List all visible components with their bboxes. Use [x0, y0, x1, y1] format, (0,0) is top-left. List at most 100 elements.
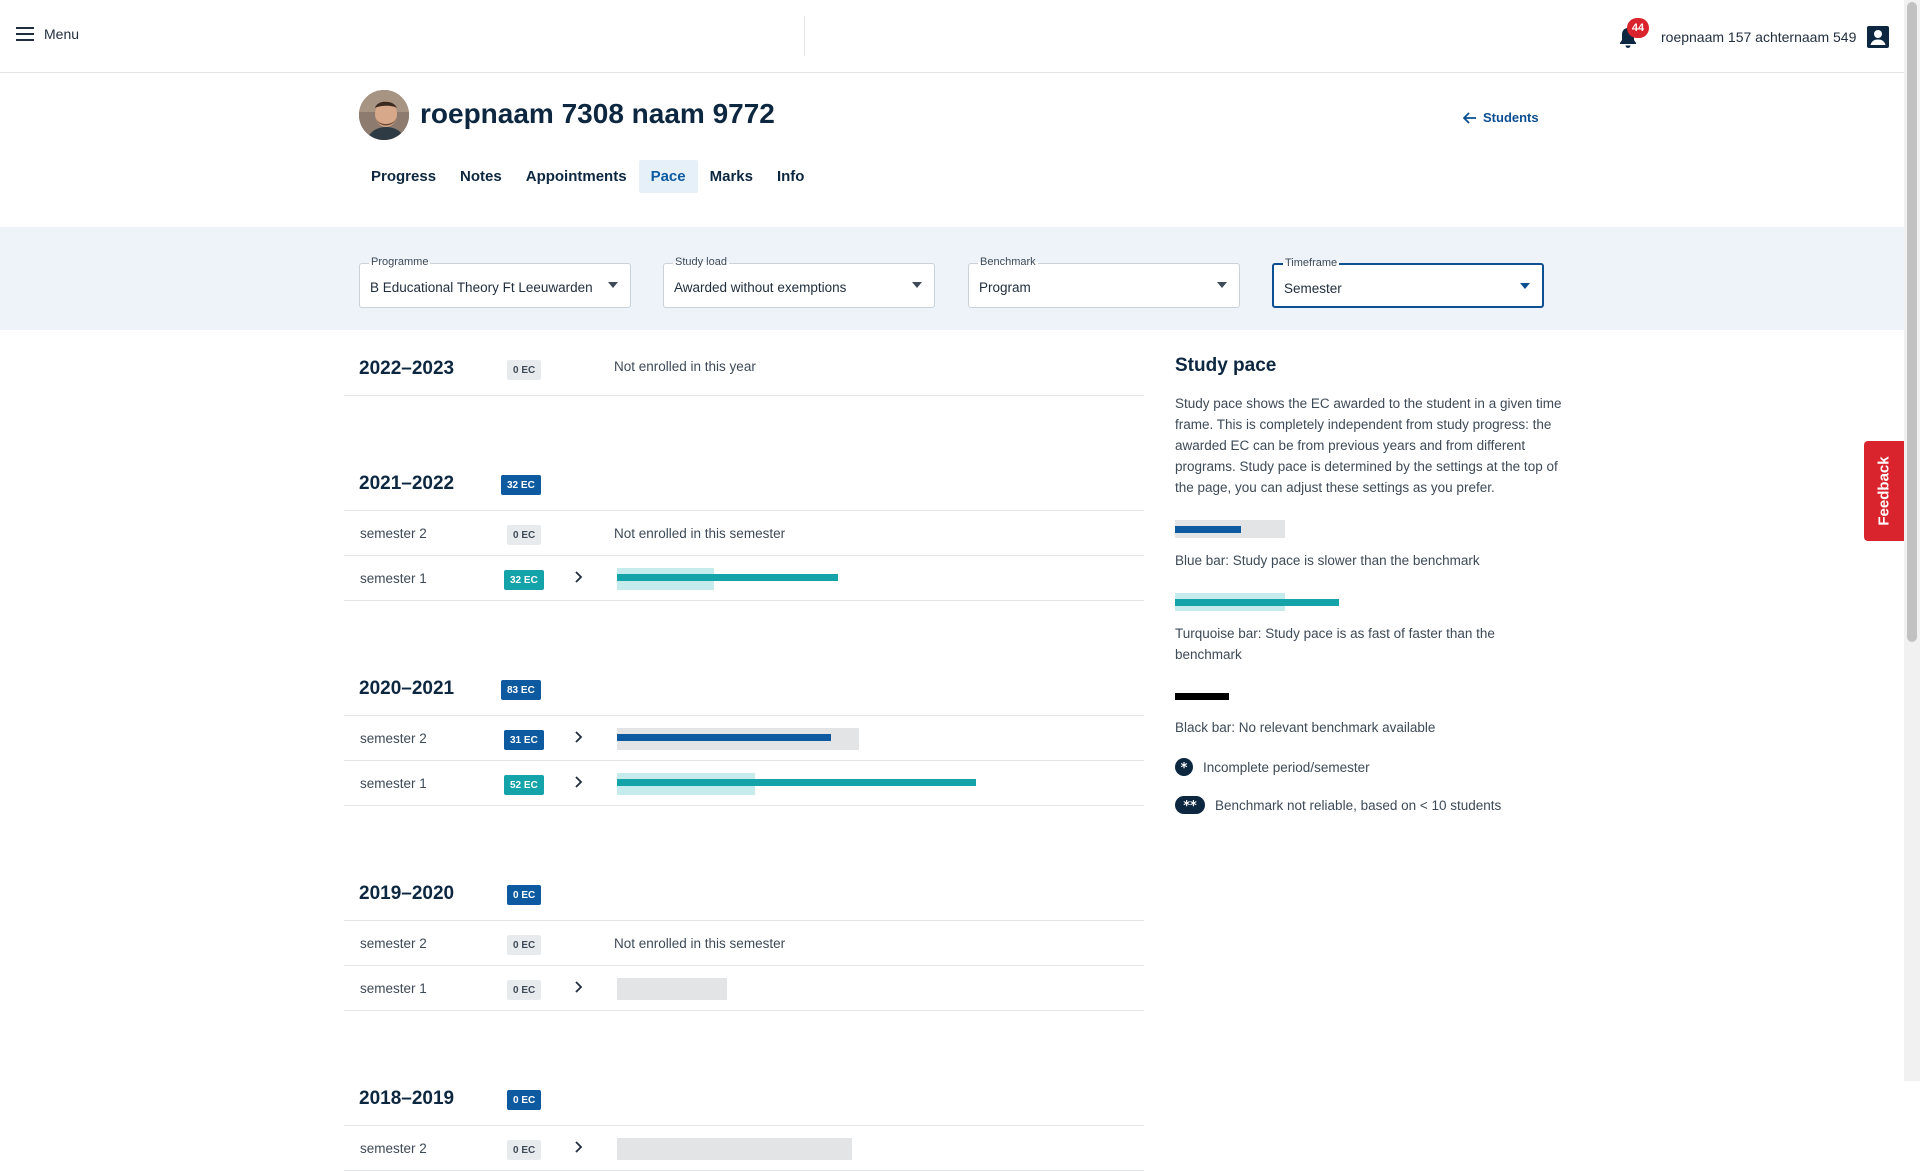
semester-label: semester 1	[360, 571, 427, 586]
year-title: 2021–2022	[359, 473, 455, 494]
year-ec-badge: 0 EC	[507, 1090, 542, 1110]
student-name: roepnaam 7308 naam 9772	[420, 98, 775, 129]
student-tabs: Progress Notes Appointments Pace Marks I…	[359, 160, 816, 193]
legend-unreliable: ** Benchmark not reliable, based on < 10…	[1175, 796, 1565, 814]
year-ec-badge: 0 EC	[507, 885, 542, 905]
timeframe-select[interactable]: Timeframe Semester	[1272, 257, 1544, 308]
benchmark-bar	[617, 1138, 852, 1160]
benchmark-value: Program	[979, 280, 1031, 295]
legend-black-bar	[1175, 687, 1565, 705]
chevron-right-icon[interactable]	[570, 979, 586, 995]
semester-label: semester 2	[360, 526, 427, 541]
year-header: 2018–2019 0 EC	[344, 1060, 1144, 1126]
menu-label: Menu	[44, 26, 80, 42]
semester-label: semester 2	[360, 1141, 427, 1156]
awarded-ec-bar	[617, 734, 831, 741]
feedback-button[interactable]: Feedback	[1864, 441, 1904, 541]
legend-incomplete-caption: Incomplete period/semester	[1203, 759, 1370, 775]
year-title: 2018–2019	[359, 1088, 455, 1109]
semester-note: Not enrolled in this semester	[614, 936, 786, 951]
semester-ec-badge: 32 EC	[504, 570, 544, 590]
study-pace-years: 2022–2023 0 EC Not enrolled in this year 20…	[344, 330, 1144, 1171]
year-ec-badge: 0 EC	[507, 360, 542, 380]
legend-blue-bar	[1175, 520, 1565, 538]
awarded-ec-bar	[617, 779, 976, 786]
user-icon[interactable]	[1867, 26, 1889, 48]
tab-pace[interactable]: Pace	[638, 160, 698, 193]
semester-row[interactable]: semester 2 0 EC	[344, 1126, 1144, 1171]
timeframe-value: Semester	[1284, 281, 1342, 296]
legend-black-caption: Black bar: No relevant benchmark availab…	[1175, 720, 1436, 735]
caret-down-icon	[1520, 283, 1530, 289]
semester-ec-badge: 0 EC	[507, 980, 542, 1000]
semester-ec-badge: 0 EC	[507, 525, 542, 545]
year-title: 2022–2023	[359, 358, 455, 379]
study-load-value: Awarded without exemptions	[674, 280, 847, 295]
year-header: 2022–2023 0 EC Not enrolled in this year	[344, 330, 1144, 396]
tab-info[interactable]: Info	[765, 160, 817, 193]
tab-marks[interactable]: Marks	[698, 160, 765, 193]
timeframe-label: Timeframe	[1283, 257, 1340, 269]
programme-select[interactable]: Programme B Educational Theory Ft Leeuwa…	[359, 256, 631, 308]
semester-label: semester 1	[360, 981, 427, 996]
semester-ec-badge: 0 EC	[507, 1140, 542, 1160]
svg-text:**: **	[1183, 799, 1197, 814]
feedback-label: Feedback	[1875, 456, 1893, 526]
double-asterisk-icon: **	[1175, 796, 1205, 814]
scrollbar-thumb[interactable]	[1907, 2, 1917, 642]
chevron-right-icon[interactable]	[570, 729, 586, 745]
semester-row: semester 2 0 EC Not enrolled in this semes…	[344, 511, 1144, 556]
caret-down-icon	[608, 282, 618, 288]
study-load-select[interactable]: Study load Awarded without exemptions	[663, 256, 935, 308]
semester-label: semester 1	[360, 776, 427, 791]
page-scrollbar[interactable]	[1904, 0, 1920, 1081]
programme-value: B Educational Theory Ft Leeuwarden	[370, 280, 593, 295]
programme-label: Programme	[369, 256, 431, 268]
back-to-students-link[interactable]: Students	[1463, 110, 1539, 125]
caret-down-icon	[912, 282, 922, 288]
year-title: 2019–2020	[359, 883, 455, 904]
svg-text:*: *	[1181, 761, 1188, 776]
study-load-label: Study load	[673, 256, 729, 268]
benchmark-label: Benchmark	[978, 256, 1038, 268]
menu-button[interactable]: Menu	[16, 26, 79, 42]
legend-unreliable-caption: Benchmark not reliable, based on < 10 st…	[1215, 797, 1502, 813]
semester-row[interactable]: semester 1 32 EC	[344, 556, 1144, 601]
asterisk-icon: *	[1175, 758, 1193, 776]
semester-row: semester 2 0 EC Not enrolled in this semes…	[344, 921, 1144, 966]
year-ec-badge: 83 EC	[501, 680, 541, 700]
benchmark-bar	[617, 978, 728, 1000]
top-divider	[804, 16, 805, 56]
legend-title: Study pace	[1175, 355, 1277, 376]
legend-turquoise-bar	[1175, 593, 1565, 611]
semester-ec-badge: 0 EC	[507, 935, 542, 955]
arrow-left-icon	[1463, 111, 1476, 124]
tab-notes[interactable]: Notes	[448, 160, 514, 193]
semester-label: semester 2	[360, 731, 427, 746]
chevron-right-icon[interactable]	[570, 774, 586, 790]
year-note: Not enrolled in this year	[614, 359, 756, 374]
notification-badge: 44	[1627, 18, 1649, 38]
tab-appointments[interactable]: Appointments	[514, 160, 639, 193]
filter-bar: Programme B Educational Theory Ft Leeuwa…	[0, 227, 1904, 330]
year-header: 2019–2020 0 EC	[344, 855, 1144, 921]
year-header: 2020–2021 83 EC	[344, 650, 1144, 716]
semester-note: Not enrolled in this semester	[614, 526, 786, 541]
legend-description: Study pace shows the EC awarded to the s…	[1175, 396, 1562, 495]
student-avatar	[359, 90, 409, 140]
tab-progress[interactable]: Progress	[359, 160, 448, 193]
study-pace-legend: Study pace Study pace shows the EC award…	[1175, 355, 1565, 814]
back-label: Students	[1483, 110, 1539, 125]
semester-row[interactable]: semester 2 31 EC	[344, 716, 1144, 761]
year-ec-badge: 32 EC	[501, 475, 541, 495]
legend-turquoise-caption: Turquoise bar: Study pace is as fast of …	[1175, 626, 1495, 662]
benchmark-select[interactable]: Benchmark Program	[968, 256, 1240, 308]
chevron-right-icon[interactable]	[570, 569, 586, 585]
semester-row[interactable]: semester 1 52 EC	[344, 761, 1144, 806]
chevron-right-icon[interactable]	[570, 1139, 586, 1155]
user-name[interactable]: roepnaam 157 achternaam 549	[1661, 29, 1856, 45]
semester-row[interactable]: semester 1 0 EC	[344, 966, 1144, 1011]
hamburger-icon	[16, 27, 34, 41]
legend-blue-caption: Blue bar: Study pace is slower than the …	[1175, 553, 1480, 568]
year-title: 2020–2021	[359, 678, 455, 699]
